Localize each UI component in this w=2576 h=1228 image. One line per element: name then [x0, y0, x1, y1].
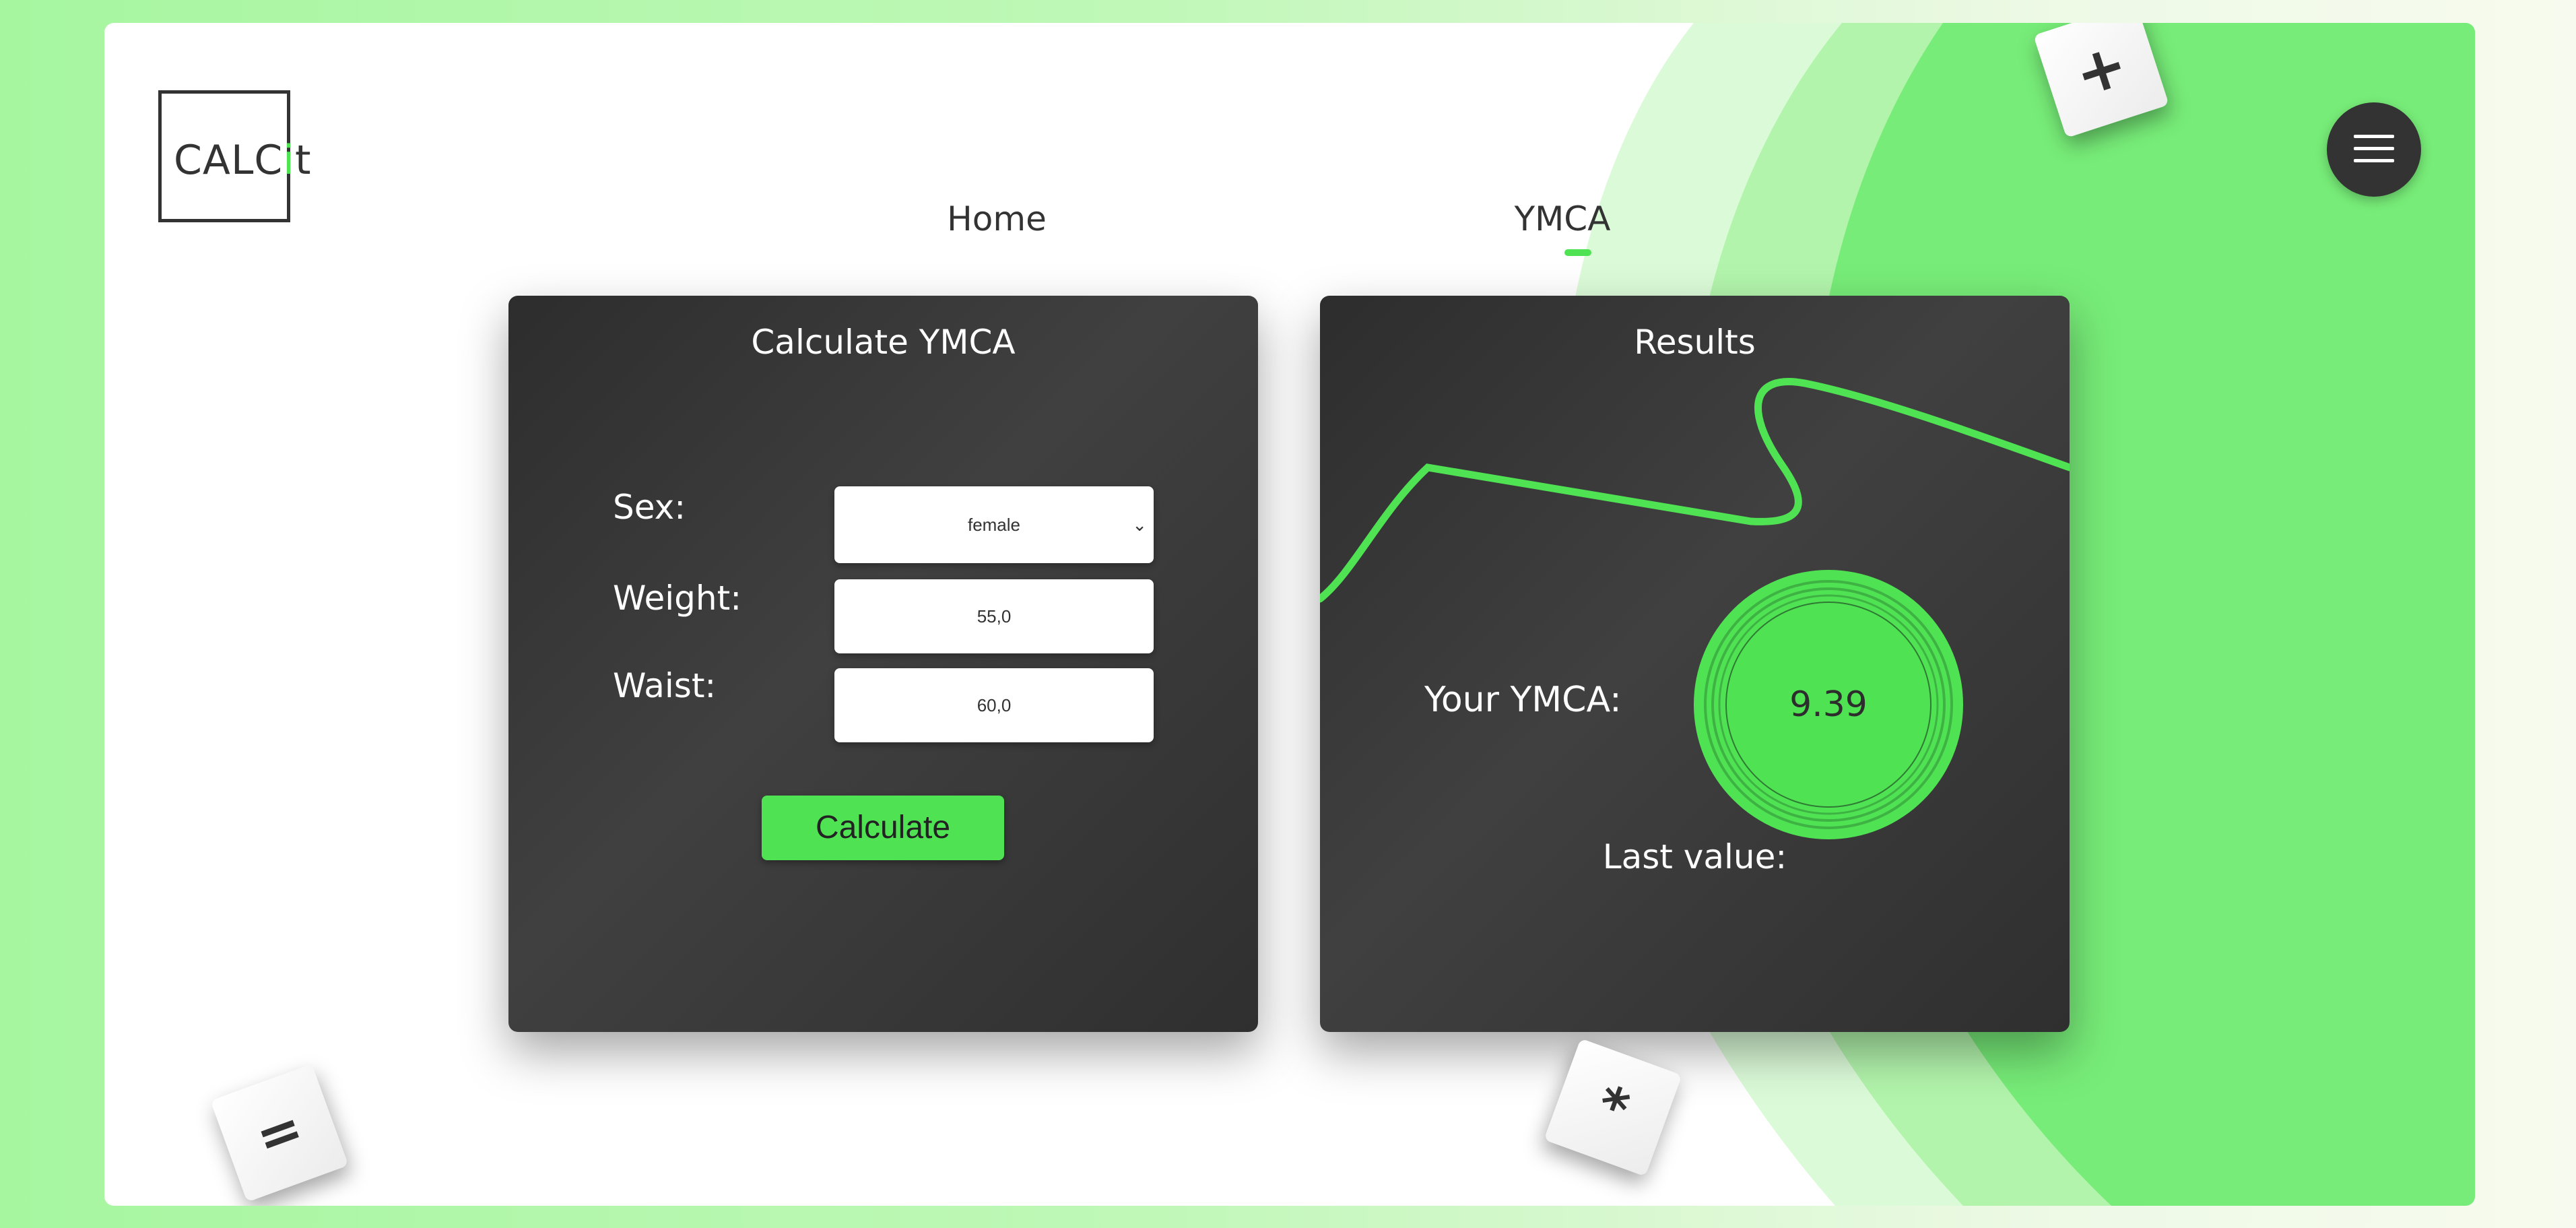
waist-label: Waist:: [613, 666, 717, 705]
logo-text: CALCit: [174, 137, 312, 184]
menu-button[interactable]: [2327, 102, 2421, 197]
results-panel: Results Your YMCA: 9.39 Last value:: [1320, 296, 2070, 1032]
sex-select-value: female: [967, 515, 1021, 535]
sex-select[interactable]: female ⌄: [834, 486, 1154, 563]
calculator-title: Calculate YMCA: [751, 323, 1016, 362]
waist-input[interactable]: 60,0: [834, 668, 1154, 742]
calculate-button[interactable]: Calculate: [762, 796, 1004, 860]
page-frame: CALCit Home YMCA Calculate YMCA Sex: fem…: [104, 23, 2475, 1206]
weight-label: Weight:: [613, 579, 742, 618]
nav-active-indicator: [1564, 249, 1591, 256]
results-title: Results: [1634, 323, 1756, 362]
last-value-label: Last value:: [1602, 837, 1787, 876]
nav-home-link[interactable]: Home: [876, 199, 1118, 238]
logo[interactable]: CALCit: [158, 90, 310, 222]
ymca-result-label: Your YMCA:: [1424, 680, 1622, 720]
calculator-panel: Calculate YMCA Sex: female ⌄ Weight: 55,…: [508, 296, 1258, 1032]
chevron-down-icon: ⌄: [1132, 515, 1147, 535]
ymca-result-value: 9.39: [1789, 684, 1868, 725]
nav-ymca-link[interactable]: YMCA: [1441, 199, 1684, 238]
weight-input[interactable]: 55,0: [834, 579, 1154, 653]
background-swoosh: [1557, 23, 2475, 1206]
ymca-result-badge: 9.39: [1694, 570, 1963, 839]
sex-label: Sex:: [613, 488, 686, 527]
